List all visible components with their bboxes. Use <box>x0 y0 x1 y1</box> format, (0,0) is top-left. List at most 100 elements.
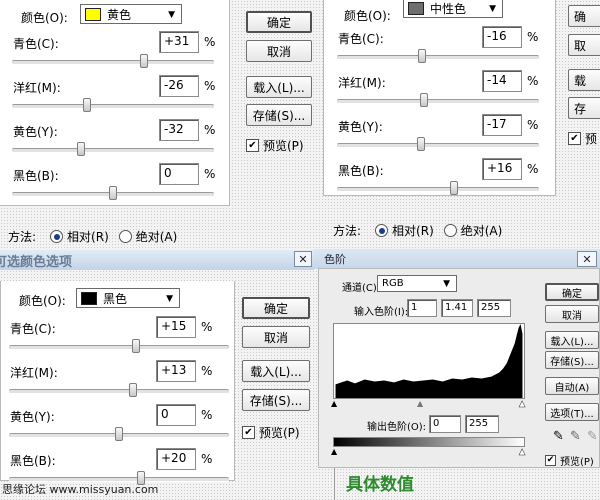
relative-radio[interactable] <box>375 224 389 237</box>
cancel-button[interactable]: 取 <box>568 34 600 56</box>
slider-track[interactable] <box>9 339 229 353</box>
input-gamma-field[interactable]: 1.41 <box>441 299 473 317</box>
ok-button[interactable]: 确定 <box>545 283 599 301</box>
slider-value-field[interactable]: 0 <box>156 404 196 426</box>
slider-track[interactable] <box>337 49 539 63</box>
relative-label: 相对(R) <box>67 230 109 244</box>
gray-eyedropper-icon[interactable]: ✎ <box>570 429 581 444</box>
load-button[interactable]: 载入(L)... <box>545 331 599 349</box>
color-label: 颜色(O): <box>344 9 391 23</box>
slider-thumb[interactable] <box>82 98 91 112</box>
cancel-button[interactable]: 取消 <box>545 305 599 323</box>
black-dialog-titlebar: 可选颜色选项 <box>0 250 314 270</box>
slider-thumb[interactable] <box>115 427 123 441</box>
percent-unit: % <box>201 452 213 466</box>
slider-value-field[interactable]: -17 <box>482 114 522 136</box>
slider-value-field[interactable]: -14 <box>482 70 522 92</box>
slider-thumb[interactable] <box>109 186 117 200</box>
slider-track[interactable] <box>12 98 214 112</box>
preview-checkbox[interactable]: ✔ 预览(P) <box>242 424 300 441</box>
ok-button[interactable]: 确定 <box>246 11 312 33</box>
channel-select[interactable]: RGB ▼ <box>377 275 457 292</box>
ok-button[interactable]: 确定 <box>242 297 310 319</box>
slider-track[interactable] <box>337 93 539 107</box>
ok-button[interactable]: 确 <box>568 5 600 27</box>
percent-unit: % <box>527 162 539 176</box>
slider-thumb[interactable] <box>416 137 425 151</box>
input-black-field[interactable]: 1 <box>407 299 437 317</box>
slider-thumb[interactable] <box>137 471 145 485</box>
slider-value-field[interactable]: -26 <box>159 75 199 97</box>
save-button[interactable]: 存储(S)... <box>242 389 310 411</box>
percent-unit: % <box>201 408 213 422</box>
color-select[interactable]: 黑色 ▼ <box>76 288 180 308</box>
preview-checkbox[interactable]: ✔ 预览(P) <box>545 453 594 467</box>
relative-radio[interactable] <box>50 230 64 243</box>
method-label: 方法: <box>8 230 37 244</box>
slider-track[interactable] <box>9 427 229 441</box>
input-white-slider-icon[interactable]: ▲ <box>519 399 526 409</box>
load-button[interactable]: 载入(L)... <box>242 360 310 382</box>
input-gamma-slider-icon[interactable]: ▲ <box>417 399 423 408</box>
slider-thumb[interactable] <box>450 181 459 195</box>
slider-value-field[interactable]: +13 <box>156 360 196 382</box>
output-gradient <box>333 437 525 447</box>
dialog-title: 可选颜色选项 <box>0 254 73 270</box>
preview-checkbox[interactable]: ✔ 预 <box>568 130 597 147</box>
slider-value-field[interactable]: 0 <box>159 163 199 185</box>
color-select[interactable]: 黄色 ▼ <box>80 4 182 24</box>
absolute-radio[interactable] <box>118 230 132 243</box>
save-button[interactable]: 存储(S)... <box>246 104 312 126</box>
slider-value-field[interactable]: +16 <box>482 158 522 180</box>
percent-unit: % <box>201 364 213 378</box>
black-eyedropper-icon[interactable]: ✎ <box>553 429 564 444</box>
caption-divider <box>334 468 335 500</box>
save-button[interactable]: 存 <box>568 97 600 119</box>
output-black-field[interactable]: 0 <box>429 415 461 433</box>
slider-thumb[interactable] <box>129 383 138 397</box>
slider-value-field[interactable]: -16 <box>482 26 522 48</box>
load-button[interactable]: 载入(L)... <box>246 76 312 98</box>
save-button[interactable]: 存储(S)... <box>545 351 599 369</box>
preview-checkbox[interactable]: ✔ 预览(P) <box>246 137 304 154</box>
slider-track[interactable] <box>12 54 214 68</box>
slider-thumb[interactable] <box>76 142 85 156</box>
close-icon[interactable]: ✕ <box>577 251 597 267</box>
slider-thumb[interactable] <box>417 49 426 63</box>
slider-thumb[interactable] <box>140 54 149 68</box>
output-white-field[interactable]: 255 <box>465 415 499 433</box>
cancel-button[interactable]: 取消 <box>242 326 310 348</box>
close-icon[interactable]: ✕ <box>294 251 312 267</box>
histogram <box>333 323 525 399</box>
cancel-button[interactable]: 取消 <box>246 40 312 62</box>
slider-label: 黑色(B): <box>338 164 384 178</box>
slider-track[interactable] <box>337 137 539 151</box>
percent-unit: % <box>527 30 539 44</box>
method-row: 方法: 相对(R) 绝对(A) <box>333 222 502 239</box>
slider-track[interactable] <box>12 142 214 156</box>
auto-button[interactable]: 自动(A) <box>545 377 599 395</box>
output-white-slider-icon[interactable]: ▲ <box>519 447 526 457</box>
slider-track[interactable] <box>12 186 214 200</box>
slider-value-field[interactable]: -32 <box>159 119 199 141</box>
slider-track[interactable] <box>337 181 539 195</box>
white-eyedropper-icon[interactable]: ✎ <box>587 429 598 444</box>
channel-label: 通道(C): <box>342 283 381 294</box>
slider-track[interactable] <box>9 383 229 397</box>
slider-thumb[interactable] <box>131 339 140 353</box>
absolute-radio[interactable] <box>443 224 457 237</box>
output-black-slider-icon[interactable]: ▲ <box>331 447 337 456</box>
slider-track[interactable] <box>9 471 229 485</box>
color-select[interactable]: 中性色 ▼ <box>403 0 503 18</box>
slider-value-field[interactable]: +31 <box>159 31 199 53</box>
slider-value-field[interactable]: +15 <box>156 316 196 338</box>
input-black-slider-icon[interactable]: ▲ <box>331 399 337 408</box>
black-dialog: 颜色(O): 黑色 ▼ <box>0 281 235 481</box>
preview-label: 预 <box>585 132 598 146</box>
input-white-field[interactable]: 255 <box>477 299 511 317</box>
options-button[interactable]: 选项(T)... <box>545 403 599 421</box>
slider-thumb[interactable] <box>419 93 428 107</box>
load-button[interactable]: 载 <box>568 69 600 91</box>
slider-value-field[interactable]: +20 <box>156 448 196 470</box>
percent-unit: % <box>527 74 539 88</box>
